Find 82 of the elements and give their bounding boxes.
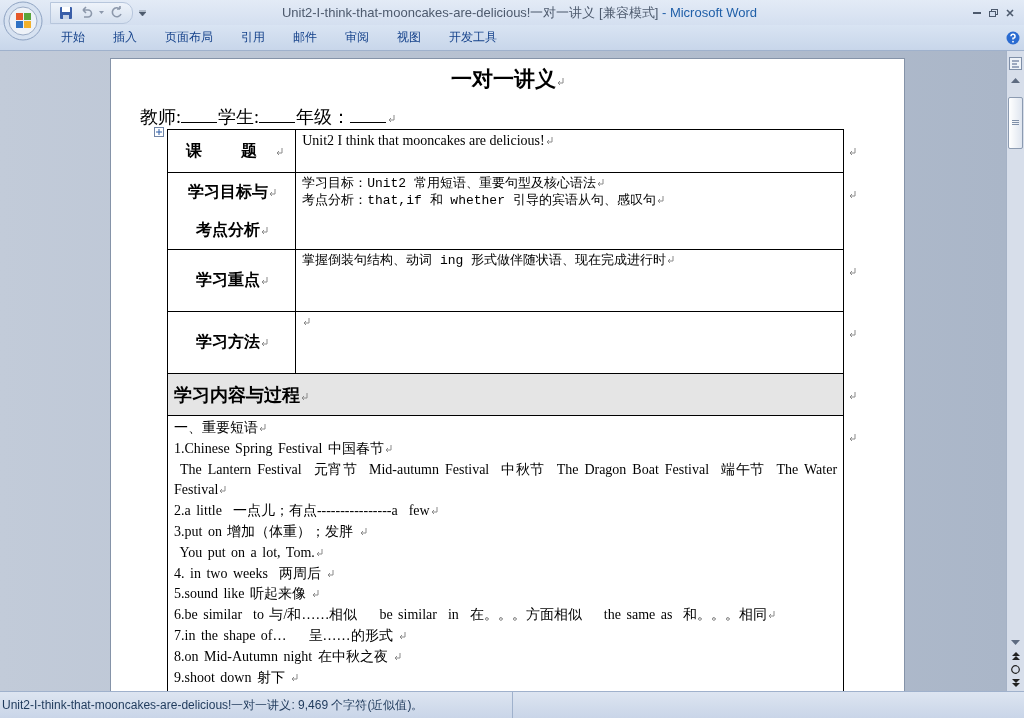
field-label: 年级： <box>296 106 351 129</box>
save-icon[interactable] <box>59 5 73 20</box>
scroll-down-icon[interactable] <box>1011 640 1020 646</box>
paragraph-mark-icon <box>545 137 553 145</box>
table-cell: 学习重点 <box>167 249 296 312</box>
close-icon[interactable] <box>1006 8 1014 17</box>
paragraph-mark-icon <box>557 78 564 86</box>
paragraph-mark-icon <box>260 339 268 347</box>
window-title: Unit2-I-think-that-mooncakes-are-delicious!一对一讲义 [兼容模式] <box>281 4 659 20</box>
paragraph-mark-icon <box>849 433 857 442</box>
body-line: 7.in the shape of… 呈……的形式 <box>174 625 838 647</box>
body-line: The Lantern Festival 元宵节 Mid-autumn Festival 中秋节 The Dragon Boat Festival 端午节 The Water Festival <box>174 460 838 500</box>
body-line: 9.shoot down 射下 <box>174 667 838 689</box>
body-line: 4. in two weeks 两周后 <box>174 563 838 585</box>
paragraph-mark-icon <box>768 611 776 620</box>
customize-toolbar-icon[interactable] <box>139 9 146 16</box>
paragraph-mark-icon <box>849 329 857 338</box>
redo-icon[interactable] <box>110 5 124 20</box>
scroll-up-icon[interactable] <box>1011 78 1020 83</box>
previous-page-icon[interactable] <box>1011 652 1020 661</box>
paragraph-mark-icon <box>260 227 268 235</box>
paragraph-mark-icon <box>430 507 438 516</box>
status-text: Unit2-I-think-that-mooncakes-are-delicious!一对一讲义: 9,469 个字符(近似值)。 <box>2 696 424 714</box>
paragraph-mark-icon <box>276 148 284 156</box>
paragraph-mark-icon <box>303 318 311 326</box>
table-cell: Unit2 I think that mooncakes are delicious! <box>295 129 844 173</box>
body-line: 一、重要短语 <box>174 418 838 439</box>
paragraph-mark-icon <box>394 652 402 661</box>
body-line: 6.be similar to 与/和……相似 be similar in 在。。。方面相似 the same as 和。。。相同 <box>174 605 838 626</box>
ribbon-tab[interactable]: 开始 <box>48 25 98 50</box>
paragraph-mark-icon <box>596 179 604 187</box>
paragraph-mark-icon <box>315 548 323 557</box>
table-cell: 课 题 <box>167 129 296 173</box>
paragraph-mark-icon <box>667 256 675 264</box>
body-line: 3.put on 增加（体重）；发胖 <box>174 522 838 543</box>
help-icon[interactable] <box>1006 30 1020 45</box>
paragraph-mark-icon <box>259 424 266 432</box>
table-cell: 掌握倒装句结构、动词 ing 形式做伴随状语、现在完成进行时 <box>295 249 844 312</box>
document-heading: 一对一讲义 <box>111 59 904 95</box>
table-cell: 学习方法 <box>167 311 296 374</box>
paragraph-mark-icon <box>399 631 407 640</box>
paragraph-mark-icon <box>384 444 392 453</box>
paragraph-mark-icon <box>849 147 857 156</box>
paragraph-mark-icon <box>268 189 276 197</box>
next-page-icon[interactable] <box>1011 679 1020 688</box>
section-header: 学习内容与过程 <box>167 373 844 416</box>
field-label: 学生: <box>218 106 260 129</box>
body-line: 8.on Mid-Autumn night 在中秋之夜 <box>174 646 838 668</box>
table-cell: 学习目标：Unit2 常用短语、重要句型及核心语法 考点分析：that,if 和 whether 引导的宾语从句、感叹句 <box>295 172 844 250</box>
paragraph-mark-icon <box>388 115 396 123</box>
paragraph-mark-icon <box>849 190 857 199</box>
move-handle-icon[interactable] <box>154 127 164 137</box>
paragraph-mark-icon <box>849 267 857 276</box>
app-name: - Microsoft Word <box>660 4 758 20</box>
field-label: 教师: <box>140 106 181 129</box>
browse-object-icon[interactable] <box>1011 665 1020 675</box>
ribbon-tab[interactable]: 邮件 <box>280 25 330 50</box>
vertical-scrollbar[interactable] <box>1006 51 1024 692</box>
paragraph-mark-icon <box>359 528 367 536</box>
ribbon-tab[interactable]: 引用 <box>228 25 278 50</box>
body-line: You put on a lot, Tom. <box>174 542 838 564</box>
paragraph-mark-icon <box>301 392 308 401</box>
paragraph-mark-icon <box>291 673 299 682</box>
paragraph-mark-icon <box>656 196 664 204</box>
ribbon-tab[interactable]: 开发工具 <box>436 25 510 50</box>
body-line: 1.Chinese Spring Festival 中国春节 <box>174 438 838 460</box>
ribbon-tab[interactable]: 页面布局 <box>152 25 226 50</box>
ribbon-tab[interactable]: 审阅 <box>332 25 382 50</box>
scroll-thumb[interactable] <box>1008 97 1023 149</box>
ribbon-tab[interactable]: 插入 <box>100 25 150 50</box>
ribbon-tab[interactable]: 视图 <box>384 25 434 50</box>
paragraph-mark-icon <box>327 569 335 578</box>
restore-icon[interactable] <box>989 8 998 17</box>
undo-icon[interactable] <box>79 5 93 20</box>
paragraph-mark-icon <box>260 277 268 285</box>
paragraph-mark-icon <box>312 590 320 599</box>
paragraph-mark-icon <box>849 391 857 400</box>
body-line: 5.sound like 听起来像 <box>174 584 838 606</box>
table-cell: 学习目标与 考点分析 <box>167 172 296 250</box>
dropdown-icon[interactable] <box>99 10 104 15</box>
paragraph-mark-icon <box>219 486 227 495</box>
body-line: 2.a little 一点儿；有点----------------a few <box>174 501 838 522</box>
